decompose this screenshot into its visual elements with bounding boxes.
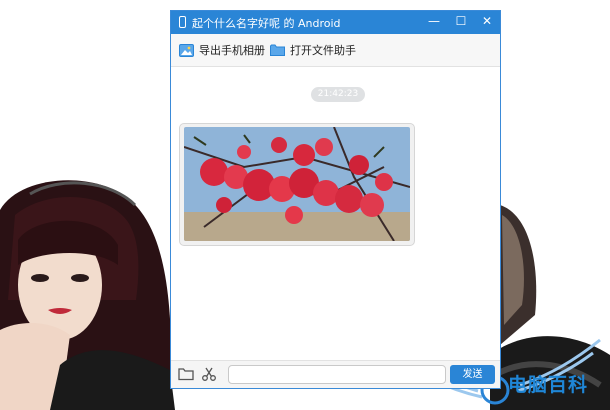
close-button[interactable]: ✕	[474, 11, 500, 33]
scissors-icon[interactable]	[201, 366, 217, 382]
watermark-text: 电脑百科	[508, 374, 589, 396]
chat-window: 起个什么名字好呢 的 Android — ☐ ✕ 导出手机相册 打开文件助手 2…	[170, 10, 501, 389]
open-file-assistant-button[interactable]: 打开文件助手	[270, 42, 356, 58]
toolbar: 导出手机相册 打开文件助手	[171, 34, 500, 67]
title-bar[interactable]: 起个什么名字好呢 的 Android — ☐ ✕	[171, 11, 500, 34]
open-file-assistant-label: 打开文件助手	[290, 44, 356, 57]
window-title: 起个什么名字好呢 的 Android	[192, 17, 341, 30]
flower-photo	[184, 127, 410, 241]
export-photos-button[interactable]: 导出手机相册	[179, 42, 265, 58]
minimize-button[interactable]: —	[421, 11, 447, 33]
folder-icon	[270, 44, 285, 56]
message-timestamp: 21:42:23	[311, 87, 365, 102]
message-input[interactable]	[228, 365, 446, 384]
export-photos-label: 导出手机相册	[199, 44, 265, 57]
maximize-button[interactable]: ☐	[448, 11, 474, 33]
phone-icon	[179, 16, 186, 28]
folder-icon[interactable]	[178, 366, 194, 382]
export-photo-icon	[179, 43, 194, 57]
image-message-bubble[interactable]	[179, 123, 415, 246]
send-button[interactable]: 发送	[450, 365, 495, 384]
chat-area[interactable]: 21:42:23	[171, 67, 500, 360]
input-bar: 发送	[171, 360, 500, 388]
wallpaper-person-left	[0, 180, 175, 410]
